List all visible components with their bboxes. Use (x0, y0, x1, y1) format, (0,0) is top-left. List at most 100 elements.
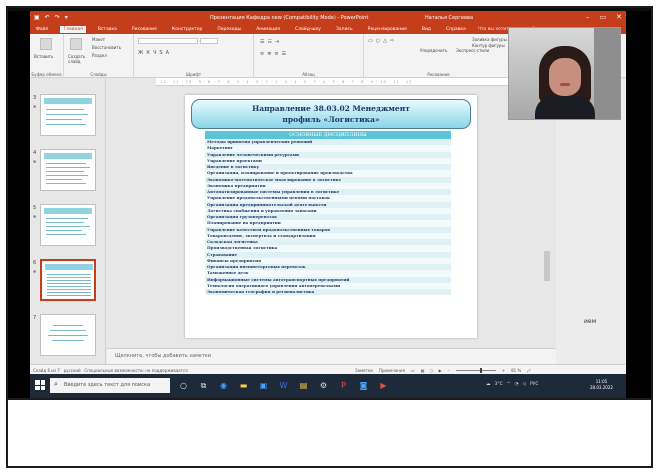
new-slide-icon[interactable] (70, 38, 82, 50)
normal-view-icon[interactable]: ▭ (411, 368, 415, 373)
language-indicator[interactable]: русский (64, 368, 81, 373)
weather-icon[interactable]: ☁ (486, 382, 491, 387)
tab-transitions[interactable]: Переходы (214, 26, 244, 33)
zoom-in-icon[interactable]: + (502, 368, 505, 373)
edge-icon[interactable]: ◉ (218, 380, 229, 391)
tab-home[interactable]: Главная (60, 26, 86, 33)
thumbnail-5[interactable]: 5 ✱ (30, 204, 105, 254)
tab-animations[interactable]: Анимация (253, 26, 283, 33)
tab-record[interactable]: Запись (333, 26, 356, 33)
tab-view[interactable]: Вид (419, 26, 434, 33)
reading-view-icon[interactable]: ▯ (430, 368, 432, 373)
taskbar-search-box[interactable]: ⌕ Введите здесь текст для поиска (50, 378, 170, 393)
explorer-icon[interactable]: ▬ (238, 380, 249, 391)
triangle-shape-icon[interactable]: △ (383, 38, 387, 44)
arrow-shape-icon[interactable]: ⇨ (390, 38, 394, 44)
reset-button[interactable]: Восстановить (92, 45, 121, 50)
tab-review[interactable]: Рецензирование (365, 26, 410, 33)
fit-slide-icon[interactable]: ⤢ (527, 368, 530, 373)
volume-icon[interactable]: ◁ (522, 382, 525, 387)
undo-icon[interactable]: ↶ (45, 14, 50, 21)
shape-outline-button[interactable]: Контур фигуры (472, 43, 505, 48)
slide-title-box[interactable]: Направление 38.03.02 Менеджмент профиль … (191, 99, 471, 129)
disciplines-table[interactable]: Методы принятия управленческих решений М… (205, 139, 451, 296)
quick-styles-button[interactable]: Экспресс-стили (456, 48, 489, 53)
maximize-button[interactable]: ▭ (600, 13, 607, 21)
vertical-scrollbar[interactable] (544, 251, 550, 281)
zoom-app-icon[interactable]: ◙ (358, 380, 369, 391)
thumbnail-image[interactable] (40, 149, 96, 191)
redo-icon[interactable]: ↷ (55, 14, 60, 21)
tab-draw[interactable]: Рисование (129, 26, 160, 33)
align-left-icon[interactable]: ≡ (260, 51, 264, 57)
arrange-button[interactable]: Упорядочить (420, 48, 447, 53)
cortana-icon[interactable]: ○ (178, 380, 189, 391)
layout-button[interactable]: Макет (92, 37, 105, 42)
customize-icon[interactable]: ▾ (65, 14, 68, 21)
tab-insert[interactable]: Вставка (95, 26, 120, 33)
task-view-icon[interactable]: ⧉ (198, 380, 209, 391)
numbering-icon[interactable]: ☷ (267, 39, 271, 45)
font-family-select[interactable] (138, 38, 198, 44)
tab-help[interactable]: Справка (443, 26, 469, 33)
font-color-icon[interactable]: A (166, 50, 169, 56)
tab-file[interactable]: Файл (33, 26, 51, 33)
user-name[interactable]: Наталья Сергеева (425, 15, 473, 21)
network-icon[interactable]: ◔ (515, 382, 519, 387)
align-right-icon[interactable]: ≡ (274, 51, 278, 57)
tab-slideshow[interactable]: Слайд-шоу (292, 26, 324, 33)
notes-pane[interactable]: Щелкните, чтобы добавить заметки (107, 348, 556, 364)
bold-icon[interactable]: Ж (138, 50, 143, 56)
thumbnail-4[interactable]: 4 ✱ (30, 149, 105, 199)
save-icon[interactable]: ▣ (34, 14, 40, 21)
oval-shape-icon[interactable]: ○ (376, 38, 380, 44)
store-icon[interactable]: ▣ (258, 380, 269, 391)
thumbnail-image[interactable] (40, 314, 96, 356)
windows-start-icon[interactable] (35, 380, 45, 390)
sorter-view-icon[interactable]: ▦ (421, 368, 425, 373)
align-center-icon[interactable]: ≣ (267, 51, 271, 57)
thumbnail-image[interactable] (40, 94, 96, 136)
italic-icon[interactable]: К (146, 50, 150, 56)
paste-icon[interactable] (40, 38, 52, 50)
media-icon[interactable]: ▶ (378, 380, 389, 391)
current-slide[interactable]: Направление 38.03.02 Менеджмент профиль … (185, 95, 477, 338)
thumbnail-7[interactable]: 7 (30, 314, 105, 364)
notes-button[interactable]: Заметки (355, 368, 373, 373)
paste-button[interactable]: Вставить (34, 54, 53, 59)
input-language[interactable]: РУС (530, 382, 539, 387)
minimize-button[interactable]: – (586, 13, 590, 21)
word-icon[interactable]: W (278, 380, 289, 391)
taskbar-clock[interactable]: 11:05 28.03.2022 (590, 379, 613, 391)
weather-temp[interactable]: 3°C (495, 382, 503, 387)
thumbnail-3[interactable]: 3 ✱ (30, 94, 105, 144)
zoom-slider[interactable] (455, 368, 496, 373)
settings-icon[interactable]: ⚙ (318, 380, 329, 391)
close-button[interactable]: ✕ (616, 13, 622, 21)
comments-button[interactable]: Примечания (379, 368, 405, 373)
thumbnail-6[interactable]: 6 ✱ (30, 259, 105, 309)
thumbnail-image[interactable] (40, 204, 96, 246)
powerpoint-icon[interactable]: P (338, 380, 349, 391)
new-slide-button[interactable]: Создать слайд (68, 54, 90, 64)
bullets-icon[interactable]: ☰ (260, 39, 264, 45)
indent-icon[interactable]: ⇥ (275, 39, 279, 45)
zoom-out-icon[interactable]: – (448, 368, 450, 373)
shape-fill-button[interactable]: Заливка фигуры (472, 37, 507, 42)
window-controls: – ▭ ✕ (586, 13, 622, 21)
underline-icon[interactable]: Ч (153, 50, 156, 56)
font-size-select[interactable] (200, 38, 218, 44)
shapes-gallery[interactable]: ▭ ○ △ ⇨ (368, 38, 394, 44)
zoom-slider-knob[interactable] (479, 368, 482, 373)
tray-expand-icon[interactable]: ^ (507, 382, 511, 387)
files-icon[interactable]: ▤ (298, 380, 309, 391)
tab-design[interactable]: Конструктор (169, 26, 205, 33)
justify-icon[interactable]: ☰ (282, 51, 286, 57)
strikethrough-icon[interactable]: S (159, 50, 162, 56)
section-button[interactable]: Раздел (92, 53, 107, 58)
accessibility-status[interactable]: Специальные возможности: не поддерживает… (84, 368, 187, 373)
thumbnail-image-selected[interactable] (40, 259, 96, 301)
rectangle-shape-icon[interactable]: ▭ (368, 38, 373, 44)
zoom-level[interactable]: 81 % (511, 368, 521, 373)
slideshow-view-icon[interactable]: ▶ (439, 368, 442, 373)
